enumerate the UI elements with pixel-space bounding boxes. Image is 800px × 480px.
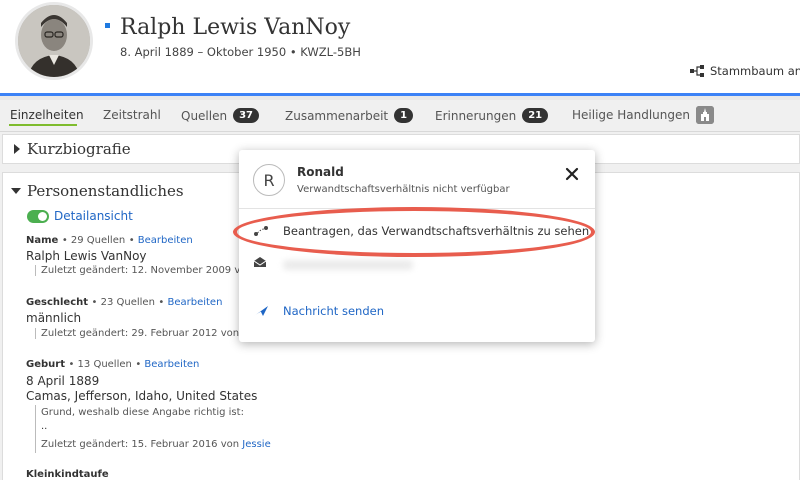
fact-birth-note-rule — [35, 405, 36, 453]
fact-name-last-changed: Zuletzt geändert: 12. November 2009 vo — [35, 265, 246, 276]
fact-birth-place: Camas, Jefferson, Idaho, United States — [26, 389, 258, 403]
caret-down-icon[interactable] — [11, 187, 21, 195]
send-icon — [253, 306, 268, 317]
tab-ordinances[interactable]: Heilige Handlungen — [572, 106, 714, 124]
email-row — [253, 256, 267, 268]
fact-gender-edit-link[interactable]: Bearbeiten — [167, 297, 222, 308]
tab-collaboration[interactable]: Zusammenarbeit 1 — [285, 108, 414, 123]
tab-timeline[interactable]: Zeitstrahl — [103, 108, 161, 122]
fact-gender-last-changed: Zuletzt geändert: 29. Februar 2012 von — [35, 328, 239, 339]
view-tree-link[interactable]: Stammbaum an — [690, 64, 800, 78]
fact-gender-value: männlich — [26, 311, 82, 325]
view-tree-label: Stammbaum an — [710, 64, 800, 78]
person-lifespan-id: 8. April 1889 – Oktober 1950 • KWZL-5BH — [120, 45, 361, 59]
send-message-button[interactable]: Nachricht senden — [253, 304, 384, 318]
close-icon[interactable] — [564, 166, 580, 182]
send-message-label: Nachricht senden — [283, 304, 384, 318]
short-bio-title: Kurzbiografie — [27, 140, 131, 158]
fact-name-header: Name • 29 Quellen • Bearbeiten — [26, 235, 193, 246]
vitals-title: Personenstandliches — [27, 182, 184, 200]
fact-gender-header: Geschlecht • 23 Quellen • Bearbeiten — [26, 297, 223, 308]
tab-memories-label: Erinnerungen — [435, 108, 517, 123]
sources-count-badge: 37 — [233, 108, 260, 123]
contributor-name: Ronald — [297, 165, 344, 179]
fact-birth-header: Geburt • 13 Quellen • Bearbeiten — [26, 359, 200, 370]
living-indicator — [105, 23, 110, 28]
caret-right-icon — [14, 144, 20, 154]
fact-christening-label: Kleinkindtaufe — [26, 469, 109, 480]
tab-details[interactable]: Einzelheiten — [10, 108, 84, 122]
fact-birth-label: Geburt — [26, 359, 65, 370]
fact-birth-reason-label: Grund, weshalb diese Angabe richtig ist: — [41, 407, 244, 418]
tab-memories[interactable]: Erinnerungen 21 — [435, 108, 549, 123]
detail-view-label: Detailansicht — [54, 209, 133, 223]
relationship-status: Verwandtschaftsverhältnis nicht verfügba… — [297, 184, 510, 195]
fact-name-edit-link[interactable]: Bearbeiten — [138, 235, 193, 246]
tab-sources-label: Quellen — [181, 108, 228, 123]
fact-birth-sources[interactable]: 13 Quellen — [78, 359, 132, 370]
tab-ordinances-label: Heilige Handlungen — [572, 108, 690, 122]
tab-timeline-label: Zeitstrahl — [103, 108, 161, 122]
fact-birth-contributor-link[interactable]: Jessie — [242, 439, 270, 450]
fact-birth-reason-text: .. — [41, 421, 48, 432]
envelope-icon — [253, 257, 267, 267]
person-portrait — [15, 2, 93, 80]
fact-birth-date: 8 April 1889 — [26, 374, 100, 388]
redacted-email — [283, 260, 413, 270]
tab-sources[interactable]: Quellen 37 — [181, 108, 260, 123]
memories-count-badge: 21 — [522, 108, 549, 123]
fact-gender-label: Geschlecht — [26, 297, 89, 308]
annotation-highlight-ring — [233, 207, 595, 257]
person-name: Ralph Lewis VanNoy — [120, 15, 351, 40]
fact-name-value: Ralph Lewis VanNoy — [26, 249, 147, 263]
fact-birth-last-changed: Zuletzt geändert: 15. Februar 2016 von J… — [41, 439, 271, 450]
collaboration-count-badge: 1 — [394, 108, 414, 123]
tab-details-label: Einzelheiten — [10, 108, 84, 122]
active-tab-indicator — [9, 124, 77, 126]
fact-name-label: Name — [26, 235, 59, 246]
fact-birth-edit-link[interactable]: Bearbeiten — [144, 359, 199, 370]
fact-birth-changed-text: Zuletzt geändert: 15. Februar 2016 von — [41, 439, 240, 450]
detail-view-toggle[interactable] — [27, 210, 49, 223]
fact-gender-sources[interactable]: 23 Quellen — [101, 297, 155, 308]
person-header: Ralph Lewis VanNoy 8. April 1889 – Oktob… — [0, 0, 800, 93]
temple-icon — [695, 106, 714, 124]
contributor-avatar: R — [253, 164, 285, 196]
fact-name-sources[interactable]: 29 Quellen — [71, 235, 125, 246]
tab-collaboration-label: Zusammenarbeit — [285, 108, 389, 123]
tree-icon — [690, 65, 704, 77]
